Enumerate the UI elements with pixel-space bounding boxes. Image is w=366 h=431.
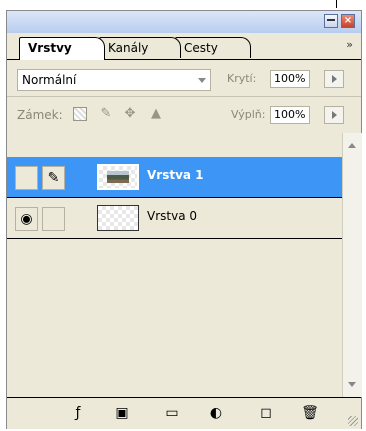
layer-thumbnail [97,164,139,190]
tab-label: Cesty [184,41,218,55]
top-strip [0,0,366,10]
panel-menu-button[interactable]: » [346,38,353,51]
layer-row[interactable]: ✎ Vrstva 1 [7,157,342,198]
layer-style-icon[interactable]: ƒ [69,404,87,422]
lock-all-icon[interactable]: ▲ [149,107,163,121]
add-mask-icon[interactable]: ▣ [113,404,131,422]
blend-mode-value: Normální [22,73,77,87]
opacity-label: Krytí: [227,72,257,85]
link-toggle[interactable] [42,207,65,231]
eye-icon[interactable]: ◉ [15,207,38,231]
chevron-right-icon [332,111,337,119]
bottom-toolbar: ƒ ▣ ▭ ◐ ◻ 🗑 [7,397,361,429]
lock-transparency-icon[interactable] [73,107,87,121]
tab-label: Kanály [108,41,149,55]
layer-name: Vrstva 1 [147,168,204,182]
scroll-up-icon[interactable] [348,143,356,148]
lock-label: Zámek: [17,108,63,122]
minimize-icon [327,19,335,21]
layer-thumbnail [97,205,139,231]
scrollbar[interactable] [342,133,362,397]
brush-icon[interactable]: ✎ [42,166,65,190]
layers-panel: × Cesty Kanály Vrstvy » Normální Krytí: … [6,10,362,429]
separator [336,0,337,8]
blend-mode-select[interactable]: Normální [17,69,211,91]
delete-icon[interactable]: 🗑 [301,404,319,422]
visibility-toggle[interactable] [15,166,38,190]
panel-titlebar[interactable]: × [7,11,361,33]
fill-label: Výplň: [231,108,266,121]
new-layer-icon[interactable]: ◻ [257,404,275,422]
tab-cesty[interactable]: Cesty [175,37,251,58]
tab-kanaly[interactable]: Kanály [99,37,181,58]
lock-row: Zámek: ✎ ✥ ▲ Výplň: 100% [7,97,361,134]
new-group-icon[interactable]: ▭ [163,404,181,422]
fill-input[interactable]: 100% [270,106,310,124]
layer-list: ✎ Vrstva 1 ◉ Vrstva 0 [7,133,362,397]
tab-vrstvy[interactable]: Vrstvy [19,37,105,60]
resize-grip[interactable] [348,416,358,426]
close-button[interactable]: × [341,14,355,28]
lock-paint-icon[interactable]: ✎ [99,107,113,121]
blend-row: Normální Krytí: 100% [7,60,361,97]
opacity-slider-button[interactable] [324,70,344,88]
lock-position-icon[interactable]: ✥ [123,107,137,121]
chevron-right-icon [332,75,337,83]
chevron-down-icon [198,78,206,83]
adjustment-layer-icon[interactable]: ◐ [207,404,225,422]
fill-slider-button[interactable] [324,106,344,124]
tab-bar: Cesty Kanály Vrstvy » [7,33,361,60]
tab-label: Vrstvy [28,41,72,55]
layer-row[interactable]: ◉ Vrstva 0 [7,198,342,239]
thumbnail-image [107,171,129,183]
minimize-button[interactable] [324,14,338,28]
scroll-down-icon[interactable] [348,382,356,387]
layer-name: Vrstva 0 [147,209,198,223]
opacity-input[interactable]: 100% [270,70,310,88]
